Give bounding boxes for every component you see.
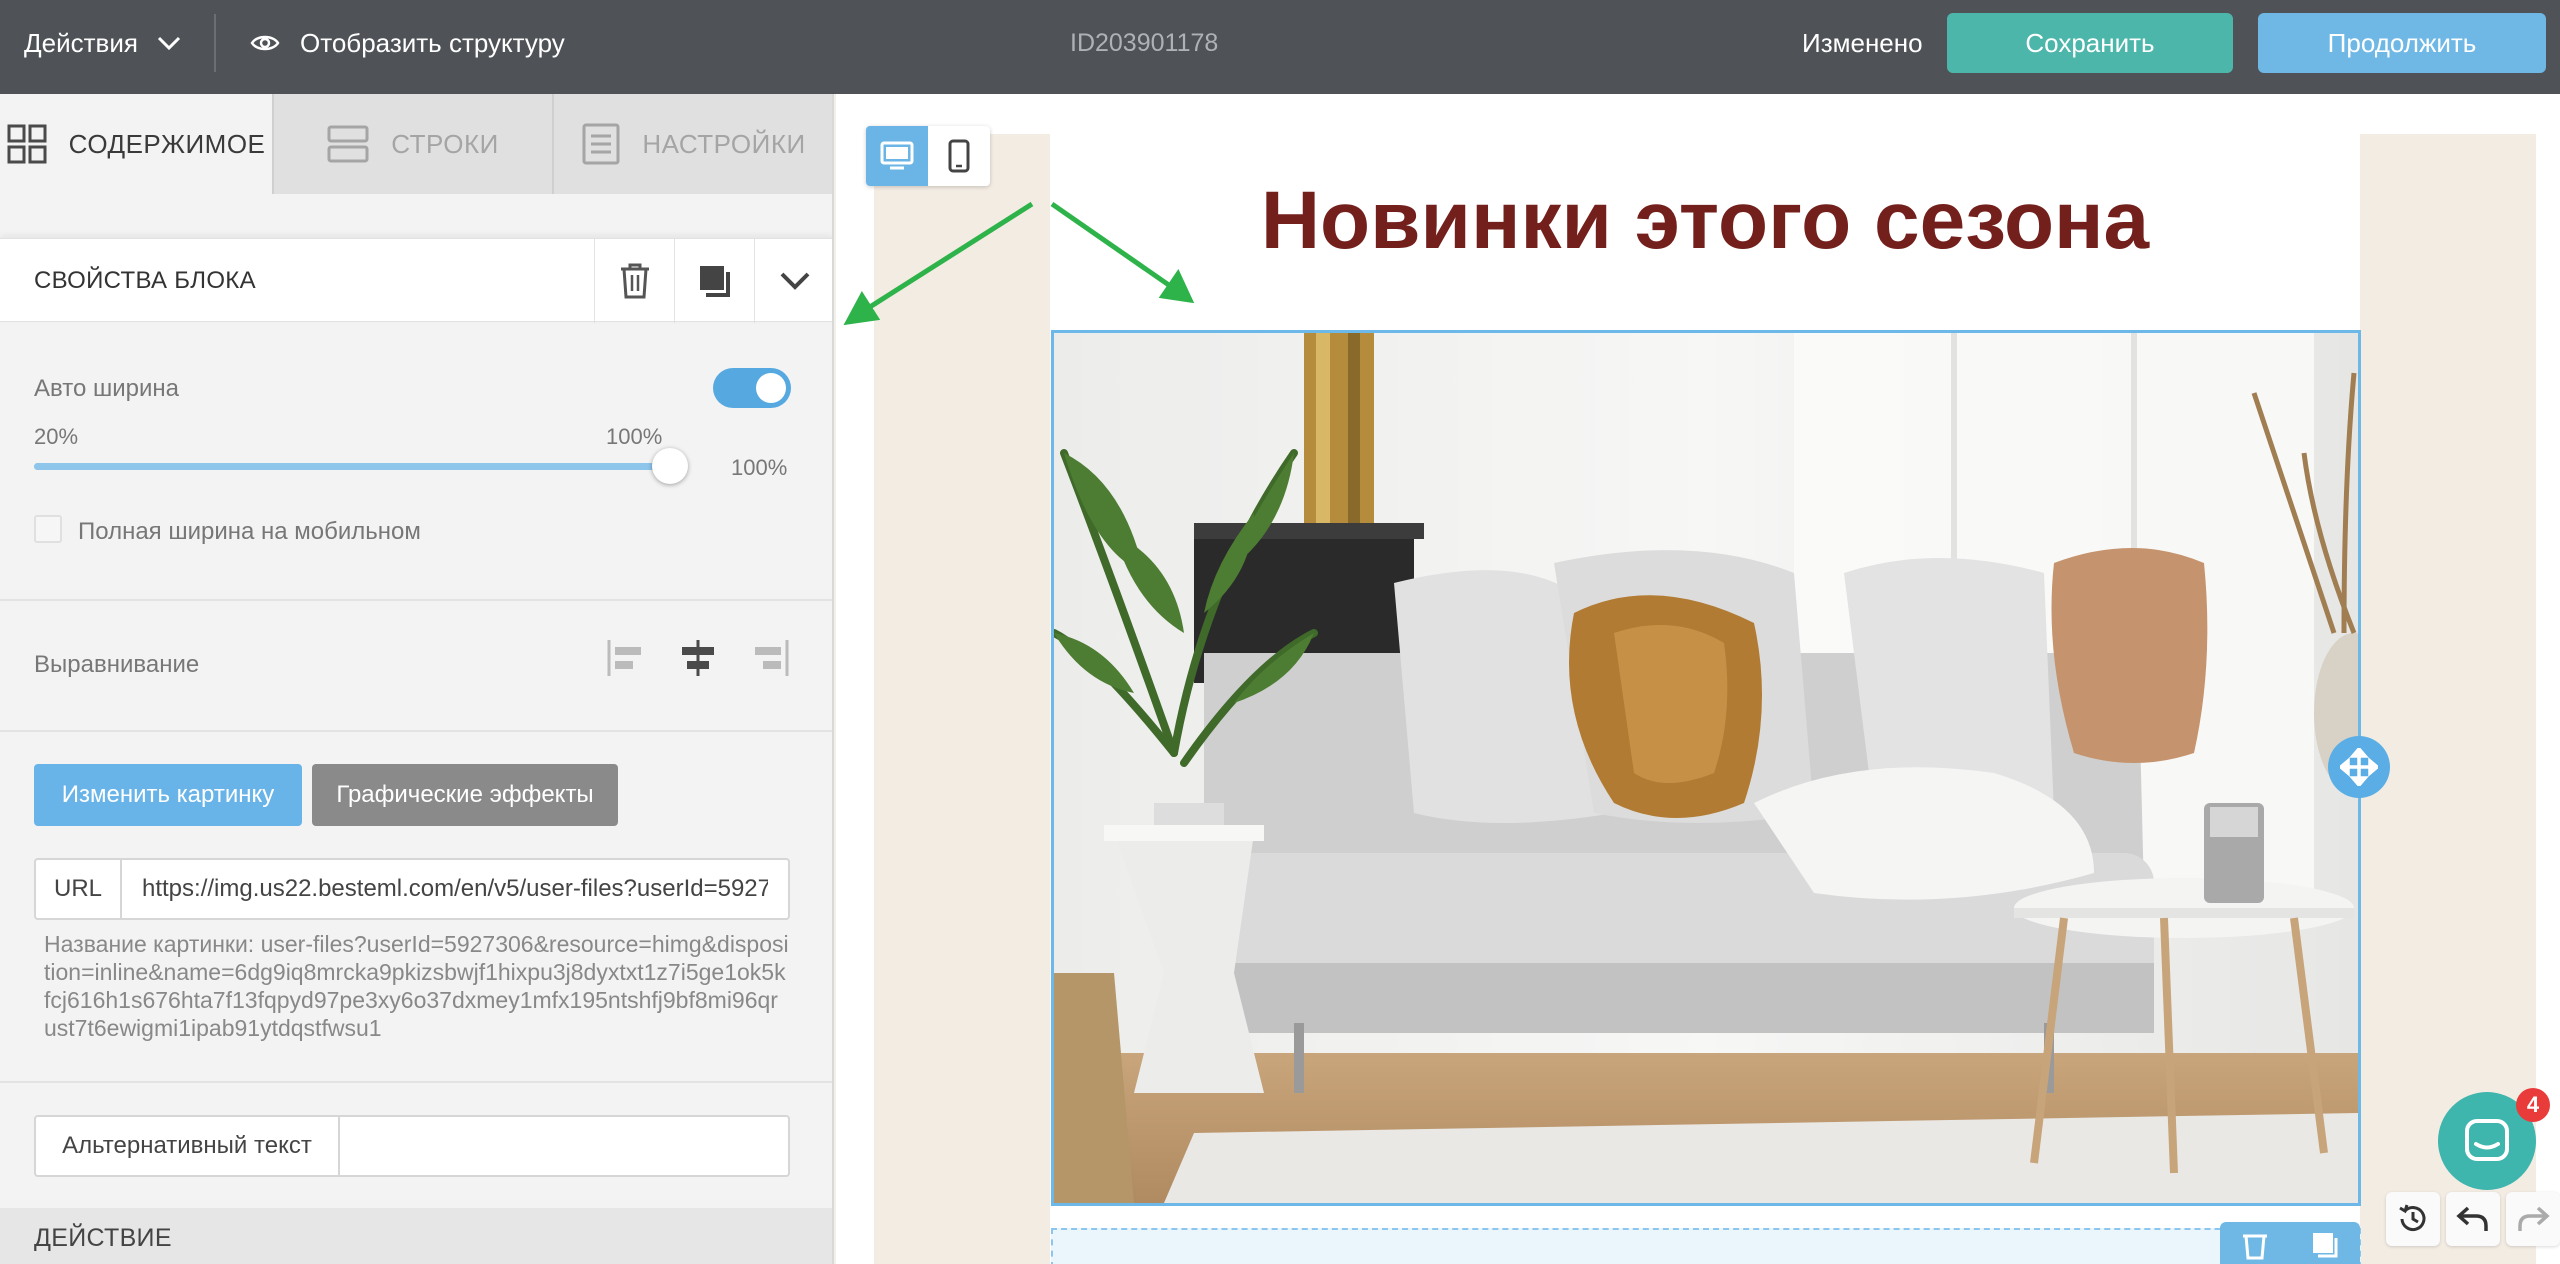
annotation-arrows	[843, 201, 1195, 326]
